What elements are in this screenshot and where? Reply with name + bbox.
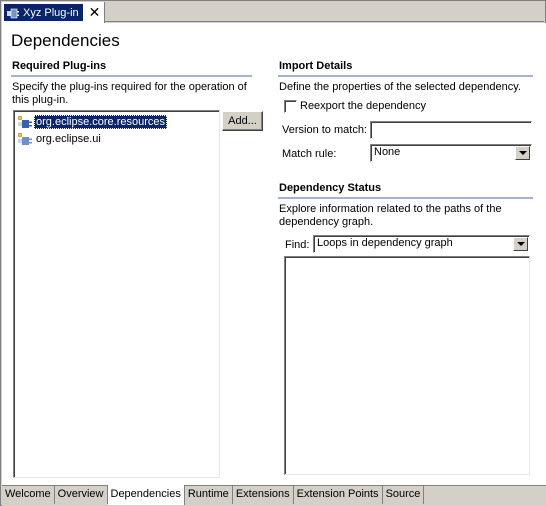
dependencies-page: Dependencies Required Plug-ins Specify t… — [2, 23, 546, 485]
chevron-down-icon[interactable] — [513, 237, 528, 251]
dependency-status-results[interactable] — [284, 256, 530, 475]
find-value: Loops in dependency graph — [317, 237, 453, 249]
dependency-status-description-line1: Explore information related to the paths… — [279, 203, 502, 215]
editor-tab-title: Xyz Plug-in — [23, 6, 79, 19]
tab-dependencies[interactable]: Dependencies — [107, 485, 185, 505]
plugin-icon — [17, 132, 32, 145]
reexport-label[interactable]: Reexport the dependency — [300, 100, 426, 112]
list-item-label: org.eclipse.ui — [36, 133, 101, 145]
required-plugins-list[interactable]: org.eclipse.core.resources org.eclipse.u… — [13, 110, 220, 478]
import-details-rule — [278, 75, 533, 77]
page-tabs: Welcome Overview Dependencies Runtime Ex… — [2, 485, 546, 506]
close-icon[interactable]: ✕ — [89, 6, 101, 20]
list-item[interactable]: org.eclipse.core.resources — [17, 114, 168, 130]
match-rule-select[interactable]: None — [370, 144, 532, 162]
list-item-label: org.eclipse.core.resources — [34, 115, 168, 129]
find-select[interactable]: Loops in dependency graph — [313, 235, 530, 253]
plugin-icon — [17, 115, 32, 128]
find-label: Find: — [285, 239, 310, 251]
editor-window: Xyz Plug-in ✕ Dependencies Required Plug… — [0, 0, 546, 506]
tab-extension-points[interactable]: Extension Points — [293, 486, 383, 504]
dependency-status-description-line2: dependency graph. — [279, 216, 374, 228]
tab-extensions[interactable]: Extensions — [232, 486, 294, 504]
required-plugins-description-line2: this plug-in. — [12, 94, 69, 106]
list-item[interactable]: org.eclipse.ui — [17, 131, 103, 147]
match-rule-label: Match rule: — [282, 148, 337, 160]
tab-welcome[interactable]: Welcome — [2, 486, 55, 504]
required-plugins-rule — [11, 75, 252, 77]
match-rule-value: None — [374, 146, 401, 158]
dependency-status-rule — [278, 197, 533, 199]
import-details-description: Define the properties of the selected de… — [279, 81, 521, 93]
tab-source[interactable]: Source — [382, 486, 425, 504]
chevron-down-icon[interactable] — [515, 146, 530, 160]
editor-tab[interactable]: Xyz Plug-in ✕ — [2, 2, 105, 23]
page-title: Dependencies — [11, 31, 120, 50]
version-to-match-label: Version to match: — [282, 124, 367, 136]
import-details-title: Import Details — [279, 60, 353, 72]
required-plugins-description-line1: Specify the plug-ins required for the op… — [12, 81, 247, 93]
version-to-match-input[interactable] — [370, 121, 532, 139]
dependency-status-title: Dependency Status — [279, 182, 382, 194]
editor-tab-strip: Xyz Plug-in ✕ — [2, 2, 544, 23]
add-button[interactable]: Add... — [222, 111, 263, 131]
tab-runtime[interactable]: Runtime — [184, 486, 233, 504]
reexport-checkbox[interactable] — [284, 100, 297, 113]
editor-tab-title-area[interactable]: Xyz Plug-in — [4, 4, 83, 21]
required-plugins-title: Required Plug-ins — [12, 60, 107, 72]
plugin-icon — [7, 8, 19, 18]
tab-overview[interactable]: Overview — [54, 486, 108, 504]
